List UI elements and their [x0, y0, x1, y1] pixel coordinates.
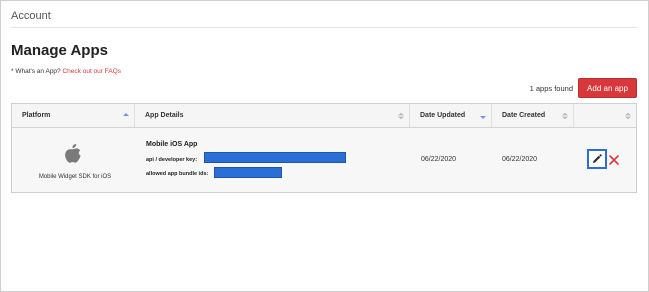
date-updated: 06/22/2020	[421, 156, 457, 163]
faq-note: * What's an App? Check out our FAQs	[11, 68, 121, 75]
redacted-bundle-ids	[214, 167, 282, 178]
api-key-label: api / developer key:	[146, 157, 198, 163]
apps-count: 1 apps found	[529, 84, 573, 93]
edit-button[interactable]	[587, 149, 607, 169]
table-row: Mobile Widget SDK for iOS Mobile iOS App…	[12, 128, 636, 192]
column-header-actions[interactable]	[574, 104, 636, 127]
apple-icon	[64, 143, 82, 165]
add-app-button[interactable]: Add an app	[578, 78, 637, 98]
sort-asc-icon	[123, 112, 129, 120]
close-icon	[608, 153, 620, 170]
apps-table: Platform App Details Date Updated Date C…	[11, 103, 637, 193]
column-header-app-details[interactable]: App Details	[135, 104, 410, 127]
redacted-api-key	[204, 152, 346, 163]
bundle-ids-label: allowed app bundle ids:	[146, 171, 209, 177]
column-header-platform[interactable]: Platform	[12, 104, 135, 127]
column-header-date-created[interactable]: Date Created	[492, 104, 574, 127]
divider	[11, 27, 637, 28]
breadcrumb[interactable]: Account	[11, 10, 51, 22]
sort-desc-icon	[480, 112, 486, 120]
column-label: App Details	[145, 112, 184, 119]
app-name: Mobile iOS App	[146, 141, 198, 148]
faq-link[interactable]: Check out our FAQs	[62, 68, 121, 75]
column-label: Date Updated	[420, 112, 466, 119]
date-created: 06/22/2020	[502, 156, 538, 163]
faq-prefix: * What's an App?	[11, 68, 61, 75]
table-header: Platform App Details Date Updated Date C…	[12, 104, 636, 128]
delete-button[interactable]	[608, 153, 620, 165]
sort-icon	[562, 112, 568, 120]
sort-icon	[398, 112, 404, 120]
page-title: Manage Apps	[11, 42, 108, 59]
platform-name: Mobile Widget SDK for iOS	[38, 174, 112, 180]
sort-icon	[625, 112, 631, 120]
column-header-date-updated[interactable]: Date Updated	[410, 104, 492, 127]
column-label: Platform	[22, 112, 51, 119]
column-label: Date Created	[502, 112, 546, 119]
